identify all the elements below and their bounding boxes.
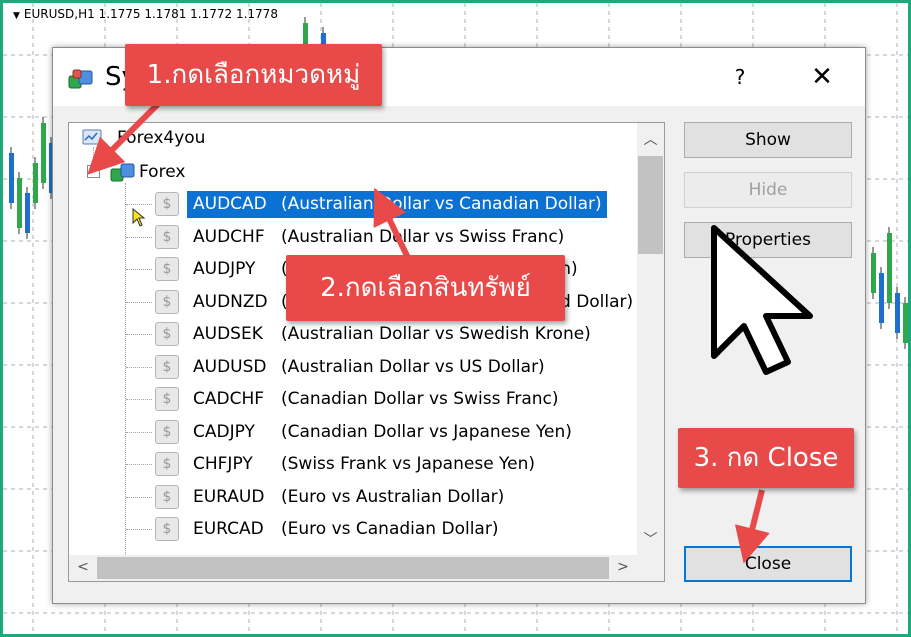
tree-guide-line	[126, 236, 152, 238]
candle-body	[903, 303, 908, 343]
currency-symbol-icon: $	[155, 224, 179, 249]
candle-body	[9, 153, 14, 203]
symbol-row[interactable]: $ AUDUSD (Australian Dollar vs US Dollar)	[69, 352, 637, 382]
currency-symbol-icon: $	[155, 452, 179, 476]
hide-button[interactable]: Hide	[684, 172, 852, 208]
candle-body	[887, 233, 892, 303]
symbols-tree: Forex4you − Forex $ AUDCAD (Australian Dol…	[68, 122, 665, 582]
candle-body	[895, 293, 900, 333]
symbol-row[interactable]: $ CADJPY (Canadian Dollar vs Japanese Yen)	[69, 417, 637, 447]
tree-guide-line	[126, 269, 152, 270]
tree-guide-line	[126, 366, 152, 368]
candle-body	[17, 178, 22, 228]
symbol-name: AUDNZD	[193, 291, 268, 312]
symbol-row[interactable]: $ AUDCHF (Australian Dollar vs Swiss Franc…	[69, 222, 637, 252]
symbol-description: (Euro vs Australian Dollar)	[281, 486, 505, 507]
currency-symbol-icon: $	[155, 354, 179, 379]
tree-guide-line	[126, 529, 152, 530]
chart-title-text: EURUSD,H1 1.1775 1.1781 1.1772 1.1778	[23, 7, 278, 21]
symbol-description: (Canadian Dollar vs Japanese Yen)	[281, 421, 572, 442]
tree-guide-line	[126, 431, 152, 433]
dropdown-triangle-icon[interactable]: ▼	[13, 11, 20, 21]
tree-content: Forex4you − Forex $ AUDCAD (Australian Dol…	[69, 123, 637, 555]
symbol-row[interactable]: $ EURCAD (Euro vs Canadian Dollar)	[69, 514, 637, 544]
scroll-right-arrow-icon[interactable]: >	[613, 559, 633, 575]
currency-symbol-icon: $	[155, 419, 179, 444]
symbol-name: EURCAD	[193, 519, 264, 539]
symbol-description: (Euro vs Canadian Dollar)	[281, 519, 499, 539]
symbol-row[interactable]: $ EURAUD (Euro vs Australian Dollar)	[69, 482, 637, 512]
symbol-name: AUDCHF	[193, 226, 265, 247]
currency-symbol-icon: $	[155, 192, 179, 216]
step2-callout: 2.กดเลือกสินทรัพย์	[286, 255, 565, 321]
vertical-scroll-thumb[interactable]	[638, 156, 663, 254]
symbol-name: AUDUSD	[193, 356, 267, 377]
candle-body	[25, 193, 30, 233]
candle-body	[41, 123, 46, 183]
symbol-name: AUDCAD	[193, 194, 267, 214]
currency-symbol-icon: $	[155, 289, 179, 314]
scrollbar-corner	[637, 555, 664, 581]
symbol-description: (Canadian Dollar vs Swiss Franc)	[281, 389, 559, 409]
candle-body	[879, 273, 884, 323]
scroll-up-arrow-icon[interactable]: ︿	[638, 129, 663, 149]
candle-body	[33, 163, 38, 203]
symbol-name: CHFJPY	[193, 454, 253, 474]
symbol-name: EURAUD	[193, 486, 265, 507]
symbol-name: AUDSEK	[193, 324, 263, 344]
step3-callout: 3. กด Close	[678, 428, 854, 488]
symbol-name: CADJPY	[193, 421, 255, 442]
symbol-row[interactable]: $ CADCHF (Canadian Dollar vs Swiss Franc)	[69, 384, 637, 414]
tree-guide-line	[126, 399, 152, 400]
tree-guide-line	[126, 301, 152, 303]
help-button[interactable]: ?	[725, 62, 755, 92]
small-cursor-icon	[132, 208, 146, 227]
tree-guide-line	[126, 496, 152, 498]
scroll-down-arrow-icon[interactable]: ﹀	[638, 529, 663, 549]
symbol-row[interactable]: $ AUDCAD (Australian Dollar vs Canadian Do…	[69, 189, 637, 219]
currency-symbol-icon: $	[155, 517, 179, 541]
symbol-description: (Australian Dollar vs Swiss Franc)	[281, 226, 565, 247]
symbol-description: (Swiss Frank vs Japanese Yen)	[281, 454, 536, 474]
candle-body	[871, 253, 876, 293]
symbol-description: (Australian Dollar vs US Dollar)	[281, 356, 545, 377]
currency-symbol-icon: $	[155, 387, 179, 411]
collapse-toggle-icon[interactable]: −	[87, 165, 100, 178]
tree-guide-line	[126, 204, 152, 205]
horizontal-scroll-thumb[interactable]	[97, 557, 609, 579]
scroll-left-arrow-icon[interactable]: <	[73, 559, 93, 575]
symbol-description: (Australian Dollar vs Swedish Krone)	[281, 324, 591, 344]
currency-symbol-icon: $	[155, 484, 179, 509]
symbol-name: CADCHF	[193, 389, 265, 409]
mouse-pointer-icon	[711, 225, 813, 375]
group-label: Forex	[139, 162, 186, 182]
tree-guide-line	[126, 464, 152, 465]
currency-symbol-icon: $	[155, 322, 179, 346]
server-icon	[82, 129, 102, 145]
symbol-row[interactable]: $ CHFJPY (Swiss Frank vs Japanese Yen)	[69, 449, 637, 479]
close-icon[interactable]: ✕	[805, 60, 839, 94]
chart-title: ▼ EURUSD,H1 1.1775 1.1781 1.1772 1.1778	[13, 7, 278, 21]
server-label: Forex4you	[117, 128, 206, 148]
close-button[interactable]: Close	[684, 546, 852, 582]
symbols-icon	[68, 69, 93, 89]
currency-symbol-icon: $	[155, 257, 179, 281]
symbol-row[interactable]: $ AUDSEK (Australian Dollar vs Swedish Kro…	[69, 319, 637, 349]
show-button[interactable]: Show	[684, 122, 852, 158]
tree-guide-line	[126, 334, 152, 335]
folder-icon	[110, 163, 135, 182]
step1-callout: 1.กดเลือกหมวดหมู่	[125, 44, 382, 106]
symbol-name: AUDJPY	[193, 259, 256, 279]
symbol-description: (Australian Dollar vs Canadian Dollar)	[281, 194, 602, 214]
